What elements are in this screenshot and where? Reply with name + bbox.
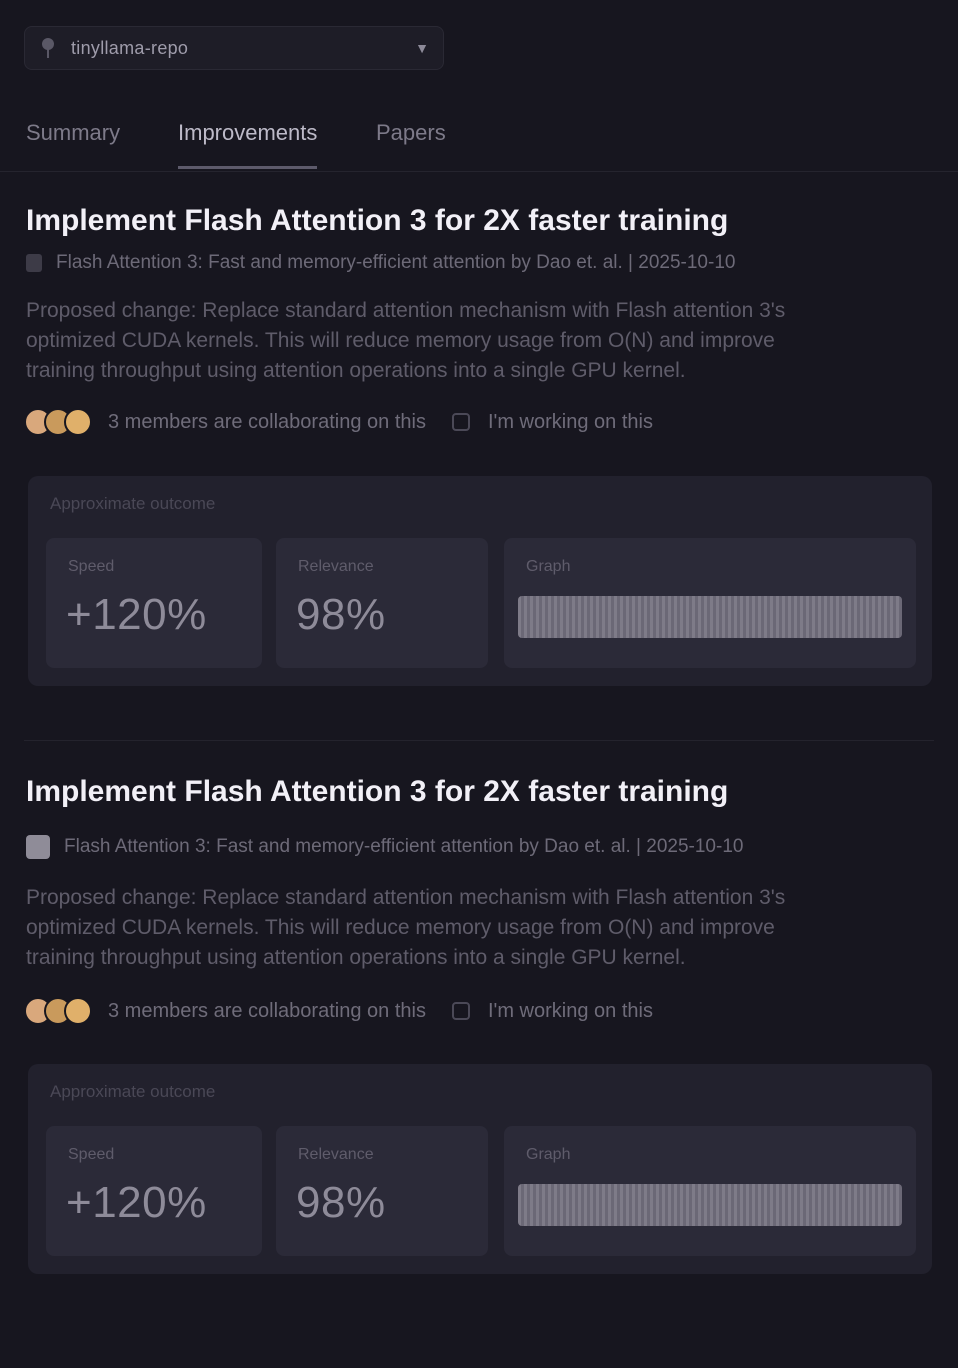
chevron-down-icon: ▼ — [415, 40, 429, 56]
improvement-title[interactable]: Implement Flash Attention 3 for 2X faste… — [26, 204, 728, 238]
collab-text: 3 members are collaborating on this — [108, 999, 426, 1022]
pin-icon — [39, 37, 57, 59]
tab-papers[interactable]: Papers — [376, 120, 446, 166]
working-label[interactable]: I'm working on this — [488, 1000, 653, 1023]
paper-citation: Flash Attention 3: Fast and memory-effic… — [56, 252, 736, 273]
metric-value: +120% — [66, 1178, 207, 1227]
tab-summary[interactable]: Summary — [26, 120, 120, 166]
metric-speed: Speed +120% — [46, 1126, 262, 1256]
card-divider — [24, 740, 934, 741]
paper-citation: Flash Attention 3: Fast and memory-effic… — [64, 836, 744, 857]
improvement-description: Proposed change: Replace standard attent… — [26, 299, 786, 382]
paper-icon — [26, 835, 50, 859]
metric-label: Graph — [526, 558, 571, 575]
improvement-description: Proposed change: Replace standard attent… — [26, 886, 786, 969]
outcome-panel: Approximate outcome Speed +120% Relevanc… — [28, 476, 932, 686]
tab-improvements[interactable]: Improvements — [178, 120, 318, 169]
metric-value: 98% — [296, 590, 386, 639]
repo-selector[interactable]: tinyllama-repo ▼ — [24, 26, 444, 70]
working-checkbox[interactable] — [451, 413, 470, 431]
metric-speed: Speed +120% — [46, 538, 262, 668]
avatar — [64, 997, 92, 1025]
avatar-stack — [24, 408, 92, 436]
panel-title: Approximate outcome — [50, 1082, 216, 1101]
panel-title: Approximate outcome — [50, 494, 216, 513]
metric-label: Graph — [526, 1146, 571, 1163]
metric-label: Speed — [68, 1146, 115, 1163]
avatar-stack — [24, 997, 92, 1025]
working-checkbox[interactable] — [451, 1002, 470, 1020]
collaboration-row: 3 members are collaborating on this I'm … — [24, 408, 653, 436]
working-label[interactable]: I'm working on this — [488, 411, 653, 434]
collaboration-row: 3 members are collaborating on this I'm … — [24, 997, 653, 1025]
graph-sparkline — [518, 596, 902, 638]
outcome-panel: Approximate outcome Speed +120% Relevanc… — [28, 1064, 932, 1274]
paper-icon — [26, 254, 42, 272]
metric-relevance: Relevance 98% — [276, 538, 488, 668]
paper-reference[interactable]: Flash Attention 3: Fast and memory-effic… — [26, 835, 743, 859]
metric-value: +120% — [66, 590, 207, 639]
metric-label: Relevance — [298, 558, 374, 575]
tab-bar: Summary Improvements Papers — [0, 112, 958, 172]
collab-text: 3 members are collaborating on this — [108, 410, 426, 433]
paper-reference[interactable]: Flash Attention 3: Fast and memory-effic… — [26, 252, 735, 274]
metric-graph: Graph — [504, 538, 916, 668]
metric-label: Relevance — [298, 1146, 374, 1163]
topbar: tinyllama-repo ▼ — [24, 26, 444, 70]
graph-sparkline — [518, 1184, 902, 1226]
metric-value: 98% — [296, 1178, 386, 1227]
metric-label: Speed — [68, 558, 115, 575]
improvement-title[interactable]: Implement Flash Attention 3 for 2X faste… — [26, 775, 728, 809]
metric-graph: Graph — [504, 1126, 916, 1256]
avatar — [64, 408, 92, 436]
repo-name: tinyllama-repo — [71, 37, 189, 58]
metric-relevance: Relevance 98% — [276, 1126, 488, 1256]
